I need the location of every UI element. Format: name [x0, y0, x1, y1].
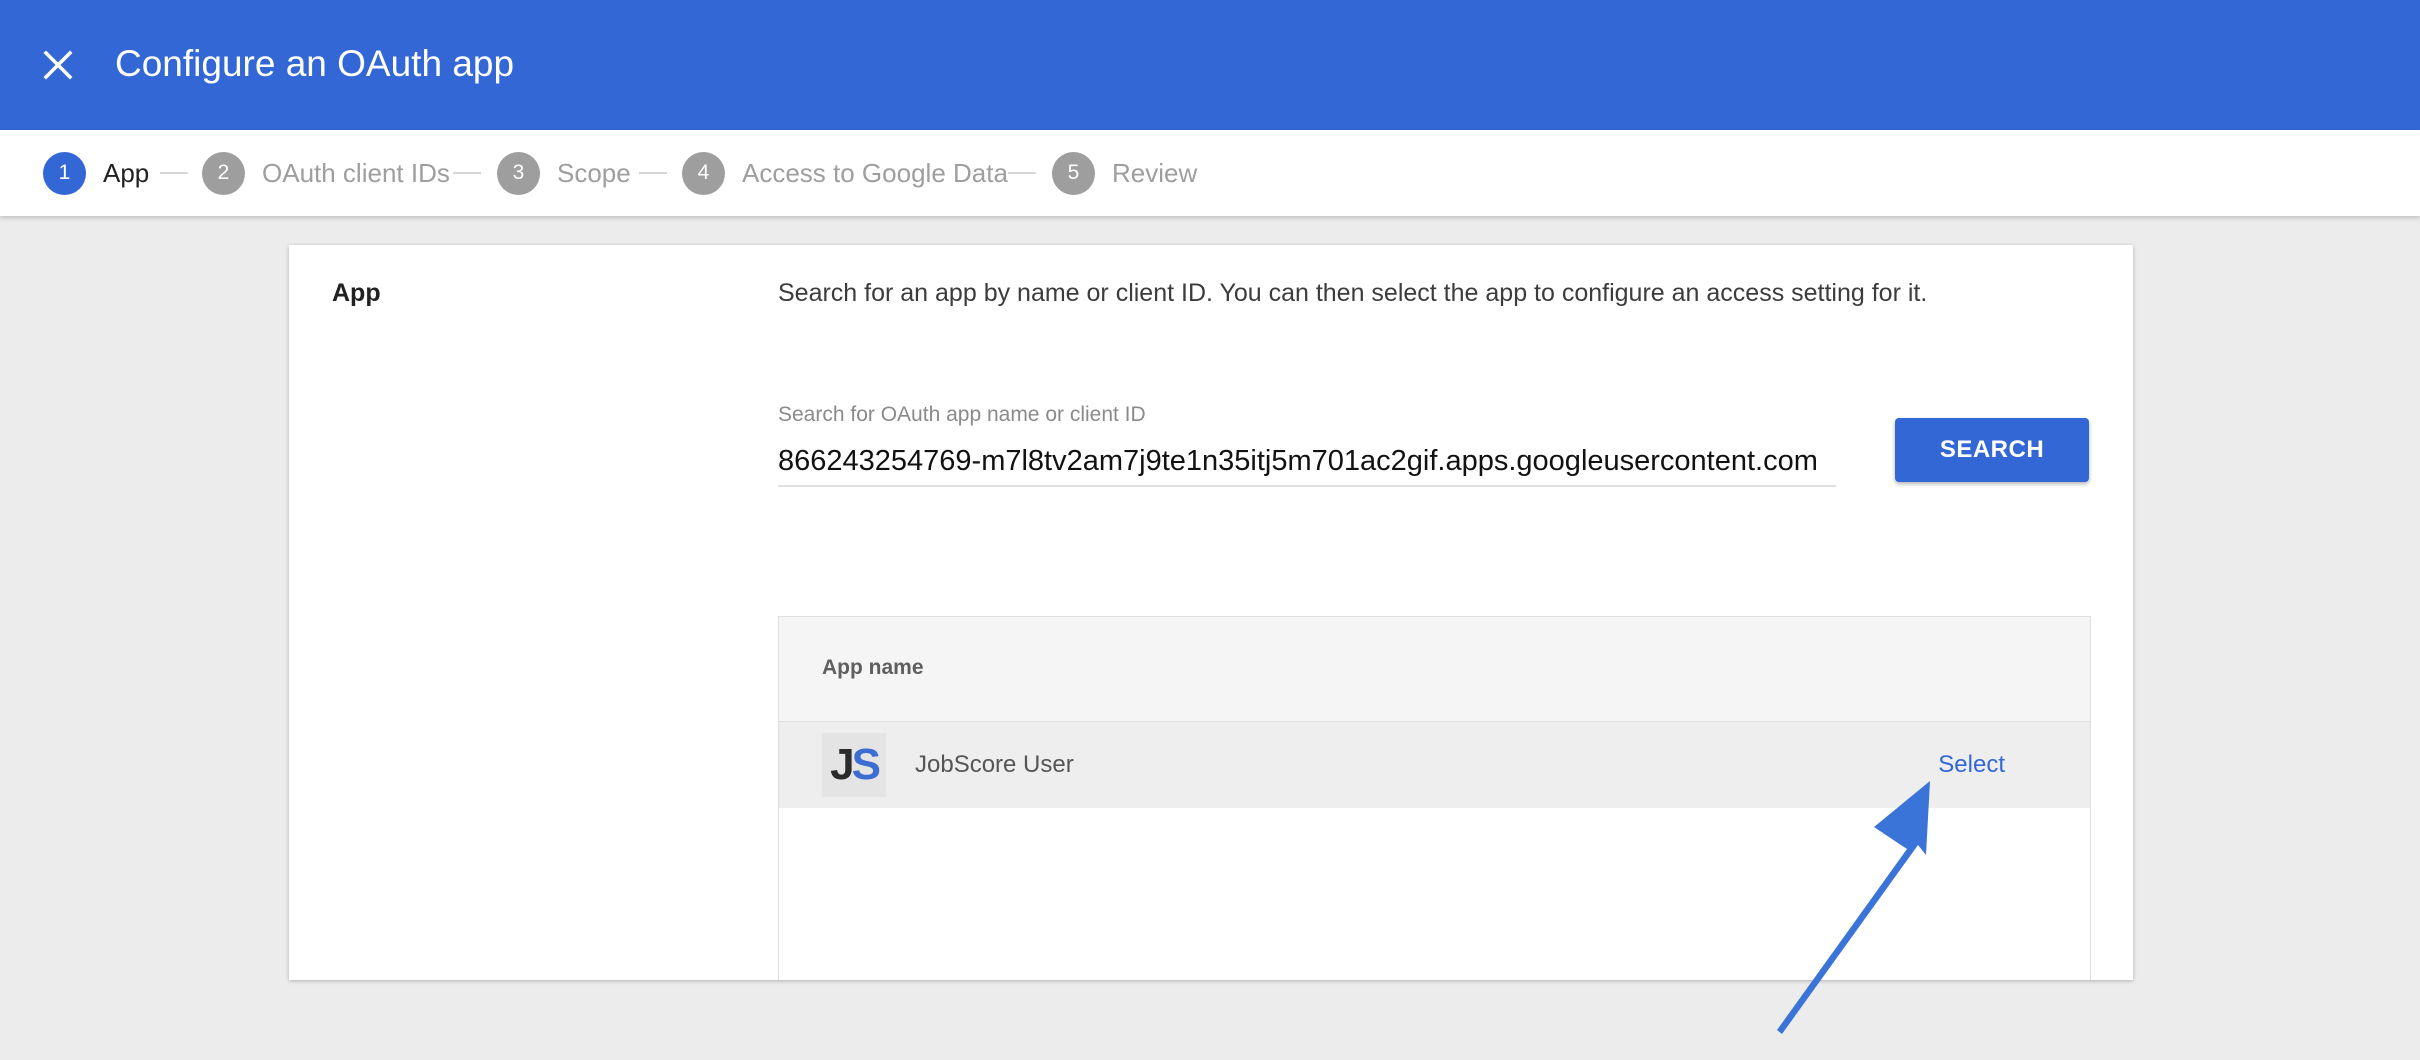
- step-divider: [453, 172, 481, 174]
- select-link[interactable]: Select: [1938, 751, 2005, 779]
- table-header: App name: [779, 617, 2090, 722]
- step-review[interactable]: 5 Review: [1052, 151, 1197, 195]
- section-label: App: [332, 279, 381, 307]
- step-divider: [639, 172, 667, 174]
- page-title: Configure an OAuth app: [115, 43, 515, 84]
- step-label: Scope: [557, 157, 631, 188]
- step-divider: [160, 172, 188, 174]
- step-access-to-google-data[interactable]: 4 Access to Google Data: [682, 151, 1008, 195]
- stepper: 1 App 2 OAuth client IDs 3 Scope 4 Acces…: [0, 130, 2420, 216]
- step-number: 3: [497, 151, 540, 195]
- results-table: App name JS JobScore User Select: [778, 616, 2091, 980]
- step-oauth-client-ids[interactable]: 2 OAuth client IDs: [202, 151, 450, 195]
- close-icon: [43, 50, 73, 80]
- step-label: OAuth client IDs: [262, 157, 450, 188]
- section-description: Search for an app by name or client ID. …: [778, 279, 1928, 307]
- search-input[interactable]: [778, 437, 1836, 487]
- column-header-app-name[interactable]: App name: [822, 656, 924, 680]
- step-scope[interactable]: 3 Scope: [497, 151, 631, 195]
- step-label: Access to Google Data: [742, 157, 1008, 188]
- app-search-card: App Search for an app by name or client …: [289, 245, 2133, 980]
- step-label: App: [103, 157, 150, 188]
- app-name: JobScore User: [915, 751, 1074, 778]
- step-divider: [1008, 172, 1036, 174]
- app-logo: JS: [822, 733, 886, 797]
- search-field-label: Search for OAuth app name or client ID: [778, 403, 1146, 426]
- step-label: Review: [1112, 157, 1198, 188]
- step-number: 5: [1052, 151, 1095, 195]
- step-number: 2: [202, 151, 245, 195]
- search-button[interactable]: SEARCH: [1895, 418, 2089, 482]
- step-number: 1: [43, 151, 86, 195]
- step-number: 4: [682, 151, 725, 195]
- app-header: Configure an OAuth app: [0, 0, 2420, 130]
- step-app[interactable]: 1 App: [43, 151, 149, 195]
- close-button[interactable]: [36, 43, 80, 87]
- table-row[interactable]: JS JobScore User Select: [779, 722, 2090, 808]
